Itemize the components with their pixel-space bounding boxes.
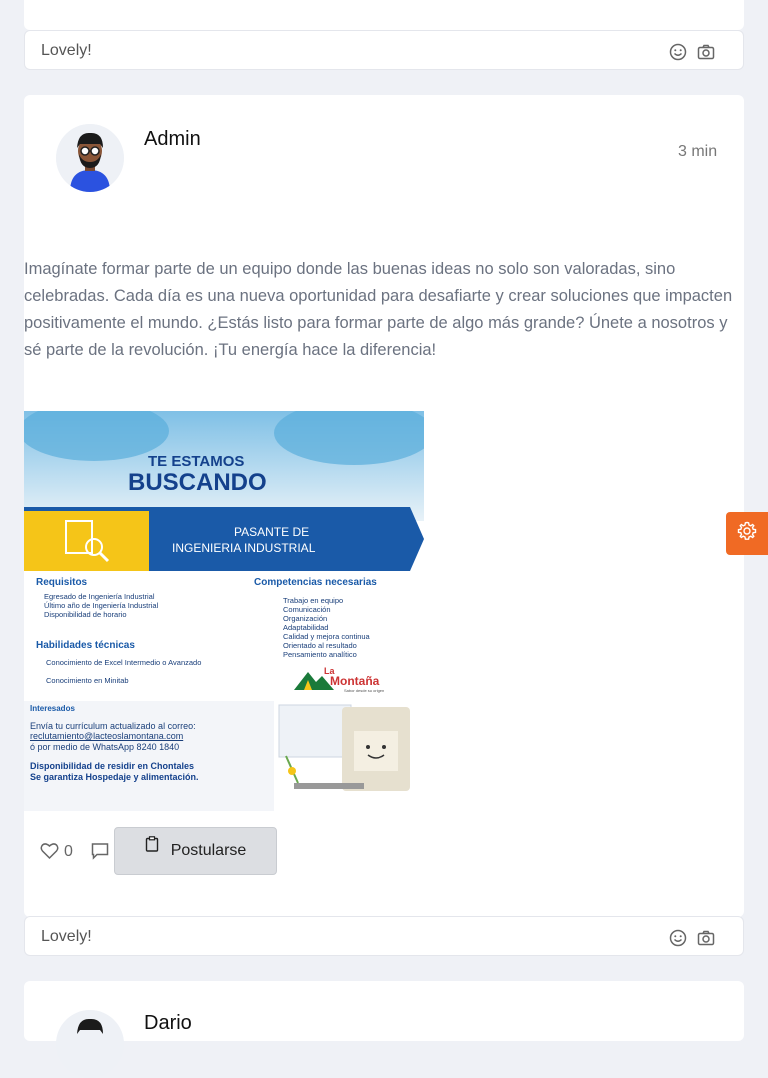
next-post-card — [24, 981, 744, 1041]
poster-interest-line-2: ó por medio de WhatsApp 8240 1840 — [30, 742, 180, 752]
gear-icon — [737, 521, 757, 546]
poster-requirement-1: Egresado de Ingeniería Industrial — [44, 592, 155, 601]
camera-icon[interactable] — [697, 929, 715, 952]
clipboard-icon — [145, 835, 159, 857]
comment-bar[interactable]: Lovely! — [24, 916, 744, 956]
post-author[interactable]: Admin — [144, 128, 201, 151]
job-poster-image[interactable]: TE ESTAMOS BUSCANDO PASANTE DE INGENIERI… — [24, 411, 424, 811]
poster-interest-email: reclutamiento@lacteoslamontana.com — [30, 731, 184, 741]
poster-headline-2: BUSCANDO — [128, 469, 267, 496]
post-body: Imagínate formar parte de un equipo dond… — [24, 260, 733, 359]
brand-tagline: Sabor desde su origen — [344, 688, 385, 693]
poster-competency-1: Trabajo en equipo — [283, 596, 344, 605]
post-time: 3 min — [678, 143, 718, 160]
comment-input[interactable]: Lovely! — [41, 928, 92, 946]
smile-icon[interactable] — [669, 929, 687, 952]
poster-interest-line-1: Envía tu currículum actualizado al corre… — [30, 721, 196, 731]
apply-button-label: Postularse — [170, 842, 247, 859]
poster-skill-1: Conocimiento de Excel Intermedio o Avanz… — [46, 658, 202, 667]
poster-competencies-title: Competencias necesarias — [254, 577, 377, 588]
poster-competency-6: Orientado al resultado — [283, 641, 357, 650]
brand-name: Montaña — [330, 674, 380, 688]
poster-note-2: Se garantiza Hospedaje y alimentación. — [30, 772, 199, 782]
poster-requirements-title: Requisitos — [36, 577, 88, 588]
poster-skills-title: Habilidades técnicas — [36, 640, 135, 651]
next-post-avatar[interactable] — [56, 1010, 124, 1078]
poster-competency-3: Organización — [283, 614, 328, 623]
poster-role-2: INGENIERIA INDUSTRIAL — [172, 541, 316, 555]
poster-competency-2: Comunicación — [283, 605, 331, 614]
brand-logo: La Montaña Sabor desde su origen — [294, 666, 404, 693]
apply-button[interactable]: Postularse — [114, 827, 277, 875]
poster-skill-2: Conocimiento en Minitab — [46, 676, 129, 685]
comment-icon[interactable] — [91, 842, 109, 865]
previous-post-card — [24, 0, 744, 30]
poster-requirement-3: Disponibilidad de horario — [44, 610, 127, 619]
post-actions: 0 Postularse — [24, 827, 424, 875]
poster-competency-5: Calidad y mejora continua — [283, 632, 370, 641]
smile-icon[interactable] — [669, 43, 687, 66]
poster-competency-4: Adaptabilidad — [283, 623, 329, 632]
settings-tab[interactable] — [726, 512, 768, 555]
camera-icon[interactable] — [697, 43, 715, 66]
poster-headline-1: TE ESTAMOS — [148, 453, 245, 470]
poster-role-1: PASANTE DE — [234, 525, 310, 539]
comment-bar-top[interactable]: Lovely! — [24, 30, 744, 70]
poster-competency-7: Pensamiento analítico — [283, 650, 357, 659]
poster-requirement-2: Último año de Ingeniería Industrial — [44, 601, 159, 610]
poster-note-1: Disponibilidad de residir en Chontales — [30, 761, 195, 771]
comment-input[interactable]: Lovely! — [41, 42, 92, 60]
poster-interest-title: Interesados — [30, 704, 75, 713]
avatar[interactable] — [56, 124, 124, 192]
like-count: 0 — [64, 843, 73, 860]
heart-icon[interactable] — [40, 842, 59, 865]
